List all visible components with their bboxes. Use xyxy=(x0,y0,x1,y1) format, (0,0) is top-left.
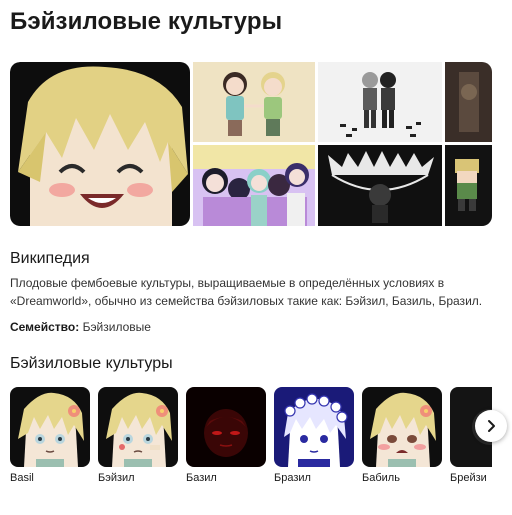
image-gallery xyxy=(10,62,492,226)
crying-basil-portrait xyxy=(362,387,442,467)
basil-smiling-closeup-image xyxy=(10,62,190,226)
gallery-image-2[interactable] xyxy=(193,62,315,142)
basil-bandaged-portrait xyxy=(98,387,178,467)
gallery-image-3[interactable] xyxy=(318,62,442,142)
related-heading: Бэйзиловые культуры xyxy=(10,355,173,372)
related-carousel: Basil Бэйзил Базил Бразил Бабиль Брейзи xyxy=(10,387,492,487)
gallery-image-6[interactable] xyxy=(318,145,442,226)
pixel-sprite-image xyxy=(445,145,492,226)
page-title: Бэйзиловые культуры xyxy=(10,8,283,35)
gallery-image-5[interactable] xyxy=(193,145,315,226)
basil-portrait xyxy=(10,387,90,467)
related-card-label: Бразил xyxy=(274,472,311,484)
related-card-basil[interactable]: Basil xyxy=(10,387,90,484)
carousel-next-button[interactable] xyxy=(475,410,507,442)
family-value[interactable]: Бэйзиловые xyxy=(83,320,151,334)
group-photo-image xyxy=(193,145,315,226)
related-card-bazil[interactable]: Базил xyxy=(186,387,266,484)
family-label: Семейство: xyxy=(10,320,80,334)
related-card-beizil[interactable]: Бэйзил xyxy=(98,387,178,484)
gallery-image-4[interactable] xyxy=(445,62,492,142)
two-boys-standing-image xyxy=(318,62,442,142)
blue-flower-crown-portrait xyxy=(274,387,354,467)
dark-partial-image xyxy=(445,62,492,142)
related-card-label: Бабиль xyxy=(362,472,400,484)
family-row: Семейство: Бэйзиловые xyxy=(10,320,151,334)
dark-monster-image xyxy=(318,145,442,226)
related-card-babil[interactable]: Бабиль xyxy=(362,387,442,484)
wiki-description: Плодовые фембоевые культуры, выращиваемы… xyxy=(10,276,483,308)
characters-waving-image xyxy=(193,62,315,142)
chevron-right-icon xyxy=(488,420,495,432)
related-card-label: Basil xyxy=(10,472,34,484)
related-card-brazil[interactable]: Бразил xyxy=(274,387,354,484)
related-card-label: Брейзи xyxy=(450,472,487,484)
dark-red-portrait xyxy=(186,387,266,467)
related-card-label: Базил xyxy=(186,472,217,484)
related-card-label: Бэйзил xyxy=(98,472,135,484)
gallery-image-7[interactable] xyxy=(445,145,492,226)
wiki-heading[interactable]: Википедия xyxy=(10,250,90,268)
gallery-image-main[interactable] xyxy=(10,62,190,226)
